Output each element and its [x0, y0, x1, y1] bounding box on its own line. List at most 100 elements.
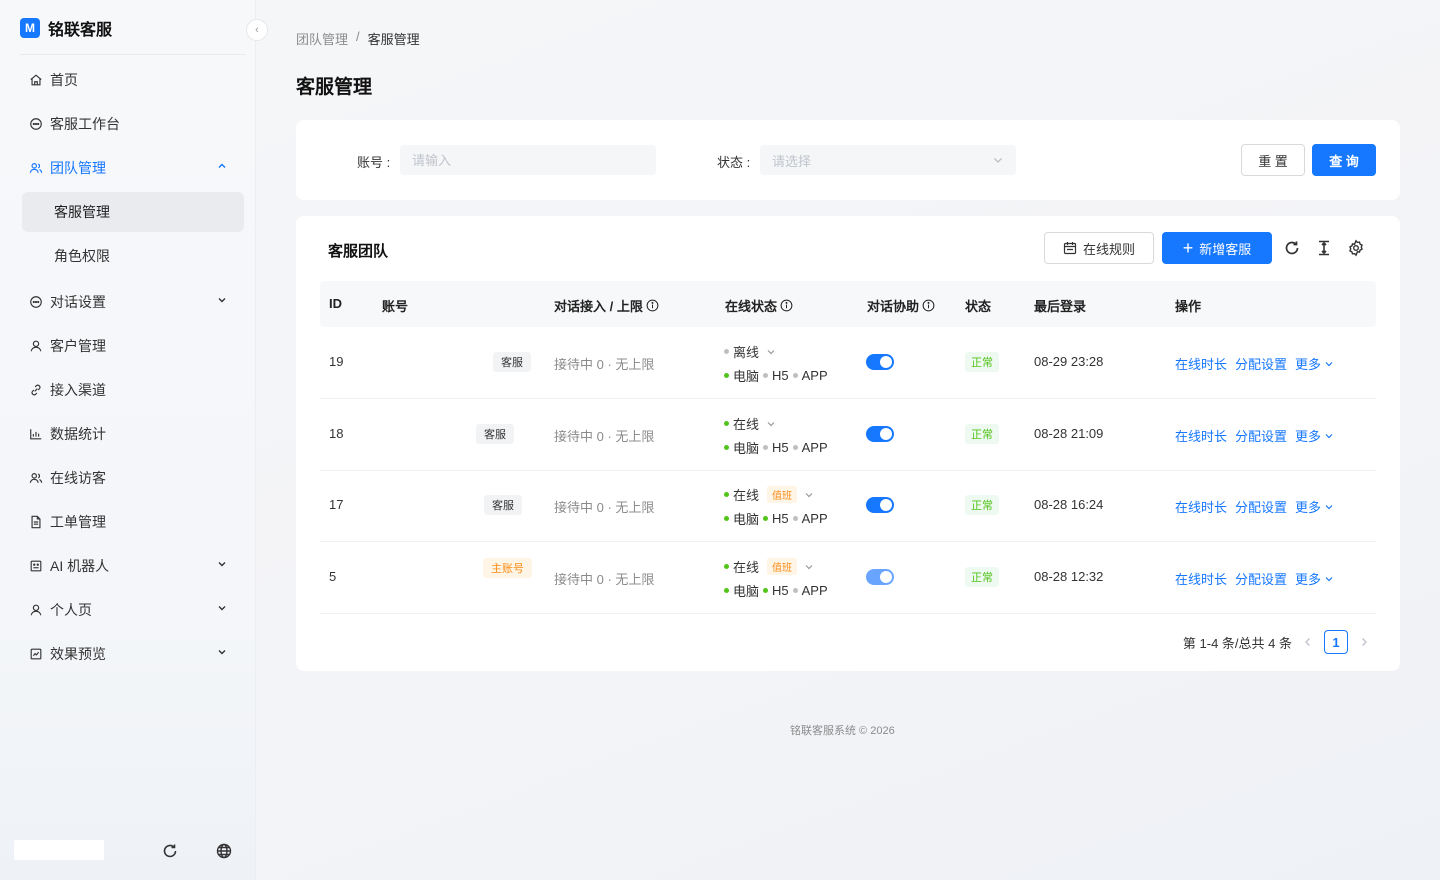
chevron-down-icon[interactable]	[804, 490, 814, 500]
assist-toggle[interactable]	[866, 569, 894, 585]
chevron-up-icon[interactable]	[216, 160, 228, 172]
online-duration-link[interactable]: 在线时长	[1175, 426, 1227, 445]
online-status[interactable]: 在线 值班	[724, 485, 814, 504]
chevron-down-icon[interactable]	[216, 646, 228, 658]
device-separator-dot	[792, 516, 798, 521]
account-label: 账号 :	[357, 155, 391, 170]
sidebar-collapse-button[interactable]: ‹	[246, 19, 268, 41]
device-app: APP	[801, 368, 828, 383]
sidebar-item-team[interactable]: 团队管理	[12, 146, 244, 190]
device-pc: 电脑	[733, 584, 760, 599]
more-link[interactable]: 更多	[1295, 354, 1334, 373]
column-account: 账号	[382, 299, 409, 314]
sidebar-item-label: 客服工作台	[50, 116, 120, 132]
home-icon	[28, 72, 44, 88]
chevron-down-icon[interactable]	[766, 347, 776, 357]
sidebar-item-tickets[interactable]: 工单管理	[12, 500, 244, 544]
add-agent-button[interactable]: + 新增客服	[1162, 232, 1272, 264]
device-h5: H5	[772, 440, 789, 455]
chevron-down-icon	[1325, 576, 1333, 581]
assign-settings-link[interactable]: 分配设置	[1235, 497, 1287, 516]
online-duration-link[interactable]: 在线时长	[1175, 497, 1227, 516]
sidebar-subitem-agent-management[interactable]: 客服管理	[22, 192, 244, 232]
refresh-icon[interactable]	[1283, 239, 1301, 257]
last-login: 08-29 23:28	[1034, 354, 1104, 369]
assist-toggle[interactable]	[866, 497, 894, 513]
online-status-dot	[724, 492, 729, 497]
chevron-down-icon[interactable]	[216, 558, 228, 570]
status-select[interactable]: 请选择	[760, 145, 1016, 175]
status-badge: 正常	[965, 424, 999, 444]
gear-icon[interactable]	[1347, 239, 1365, 257]
breadcrumb-separator: /	[356, 29, 360, 44]
online-status[interactable]: 在线 值班	[724, 557, 814, 576]
chevron-down-icon[interactable]	[216, 602, 228, 614]
assign-settings-link[interactable]: 分配设置	[1235, 354, 1287, 373]
chevron-down-icon[interactable]	[804, 562, 814, 572]
user-info[interactable]	[14, 840, 104, 860]
reset-button[interactable]: 重 置	[1241, 144, 1305, 176]
team-icon	[28, 160, 44, 176]
device-separator-dot	[763, 588, 769, 593]
sidebar-item-workbench[interactable]: 客服工作台	[12, 102, 244, 146]
chevron-left-icon[interactable]	[1302, 636, 1314, 648]
sidebar-item-label: 客户管理	[50, 338, 106, 354]
sidebar-item-statistics[interactable]: 数据统计	[12, 412, 244, 456]
page-number-current[interactable]: 1	[1324, 630, 1348, 654]
chevron-right-icon[interactable]	[1358, 636, 1370, 648]
query-button[interactable]: 查 询	[1312, 144, 1376, 176]
chevron-down-icon[interactable]	[766, 419, 776, 429]
device-separator-dot	[792, 445, 798, 450]
column-height-icon[interactable]	[1315, 239, 1333, 257]
device-h5: H5	[772, 368, 789, 383]
more-link[interactable]: 更多	[1295, 569, 1334, 588]
online-status[interactable]: 在线	[724, 414, 776, 433]
online-status[interactable]: 离线	[724, 342, 776, 361]
online-duration-link[interactable]: 在线时长	[1175, 354, 1227, 373]
assign-settings-link[interactable]: 分配设置	[1235, 426, 1287, 445]
brand[interactable]: M 铭联客服	[20, 16, 112, 40]
assist-toggle[interactable]	[866, 426, 894, 442]
table-header: ID 账号 对话接入 / 上限 在线状态 对话协助 状态 最后登录 操作	[320, 281, 1376, 327]
info-icon[interactable]	[922, 299, 935, 312]
chevron-down-icon[interactable]	[216, 294, 228, 306]
info-icon[interactable]	[646, 299, 659, 312]
breadcrumb-parent[interactable]: 团队管理	[296, 29, 348, 48]
sidebar-subitem-role-permission[interactable]: 角色权限	[22, 236, 244, 276]
sidebar-item-channels[interactable]: 接入渠道	[12, 368, 244, 412]
sidebar-item-label: 个人页	[50, 602, 92, 618]
sidebar-item-home[interactable]: 首页	[12, 58, 244, 102]
add-agent-label: 新增客服	[1199, 241, 1252, 257]
sidebar-item-visitors[interactable]: 在线访客	[12, 456, 244, 500]
sidebar-item-label: 工单管理	[50, 514, 106, 530]
last-login: 08-28 12:32	[1034, 569, 1104, 584]
row-id: 18	[329, 426, 344, 441]
online-rules-button[interactable]: 在线规则	[1044, 232, 1154, 264]
more-link[interactable]: 更多	[1295, 426, 1334, 445]
info-icon[interactable]	[780, 299, 793, 312]
sidebar-item-preview[interactable]: 效果预览	[12, 632, 244, 676]
chat-icon	[28, 116, 44, 132]
sidebar-item-chat-settings[interactable]: 对话设置	[12, 280, 244, 324]
sidebar-item-customers[interactable]: 客户管理	[12, 324, 244, 368]
online-status-label: 在线	[733, 417, 760, 432]
assist-toggle[interactable]	[866, 354, 894, 370]
globe-icon[interactable]	[215, 842, 233, 860]
more-link[interactable]: 更多	[1295, 497, 1334, 516]
status-badge: 正常	[965, 352, 999, 372]
online-duration-link[interactable]: 在线时长	[1175, 569, 1227, 588]
file-icon	[28, 514, 44, 530]
device-pc: 电脑	[733, 441, 760, 456]
sidebar-item-ai-robot[interactable]: AI 机器人	[12, 544, 244, 588]
online-status-dot	[724, 349, 729, 354]
shift-tag: 值班	[767, 558, 798, 575]
more-label: 更多	[1295, 429, 1322, 444]
row-actions: 在线时长 分配设置 更多	[1175, 426, 1334, 445]
assign-settings-link[interactable]: 分配设置	[1235, 569, 1287, 588]
link-icon	[28, 382, 44, 398]
row-actions: 在线时长 分配设置 更多	[1175, 497, 1334, 516]
refresh-icon[interactable]	[161, 842, 179, 860]
user-icon	[28, 602, 44, 618]
account-input[interactable]	[400, 145, 656, 175]
sidebar-item-profile[interactable]: 个人页	[12, 588, 244, 632]
